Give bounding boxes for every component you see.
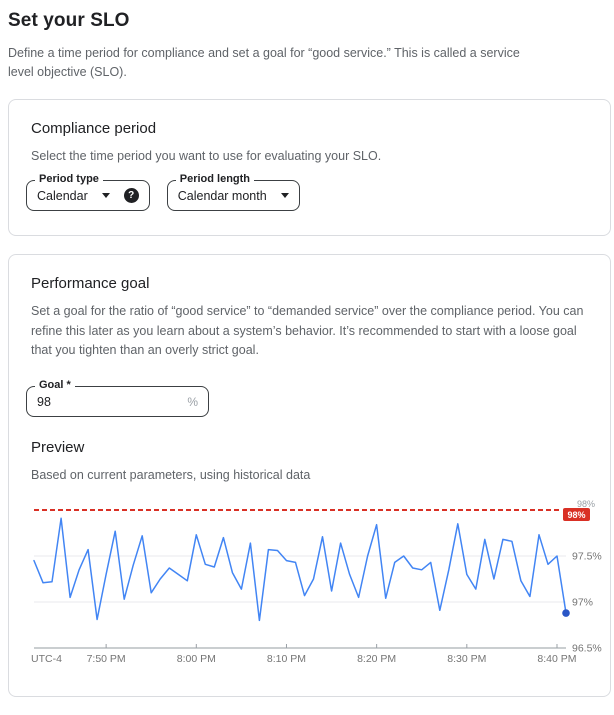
goal-input[interactable] <box>37 395 157 409</box>
page-title: Set your SLO <box>8 10 614 32</box>
period-length-label: Period length <box>176 173 254 185</box>
svg-text:96.5%: 96.5% <box>572 642 602 654</box>
period-type-label: Period type <box>35 173 103 185</box>
chevron-down-icon[interactable] <box>281 193 289 198</box>
svg-text:8:00 PM: 8:00 PM <box>177 653 216 665</box>
svg-text:UTC-4: UTC-4 <box>31 653 62 665</box>
performance-goal-card: Performance goal Set a goal for the rati… <box>8 254 611 697</box>
svg-text:98%: 98% <box>577 499 595 509</box>
preview-subtitle: Based on current parameters, using histo… <box>31 466 588 485</box>
period-length-select[interactable]: Period length Calendar month <box>167 180 300 211</box>
goal-percent-suffix: % <box>187 395 198 409</box>
compliance-period-description: Select the time period you want to use f… <box>31 147 588 166</box>
svg-text:97%: 97% <box>572 596 593 608</box>
performance-goal-description: Set a goal for the ratio of “good servic… <box>31 302 588 360</box>
chevron-down-icon[interactable] <box>102 193 110 198</box>
svg-text:97.5%: 97.5% <box>572 550 602 562</box>
period-type-value: Calendar <box>37 189 88 203</box>
svg-text:8:10 PM: 8:10 PM <box>267 653 306 665</box>
svg-text:8:40 PM: 8:40 PM <box>537 653 576 665</box>
goal-field-label: Goal * <box>35 379 75 391</box>
goal-field[interactable]: Goal * % <box>26 386 209 417</box>
svg-text:8:20 PM: 8:20 PM <box>357 653 396 665</box>
help-icon[interactable]: ? <box>124 188 139 203</box>
period-type-select[interactable]: Period type Calendar ? <box>26 180 150 211</box>
svg-text:98%: 98% <box>567 509 585 519</box>
period-length-value: Calendar month <box>178 189 267 203</box>
compliance-fields-row: Period type Calendar ? Period length Cal… <box>26 180 588 211</box>
compliance-period-card: Compliance period Select the time period… <box>8 99 611 236</box>
slo-preview-chart-canvas: 7:50 PM 8:00 PM 8:10 PM 8:20 PM 8:30 PM 8:40 … <box>17 498 613 672</box>
page-intro-text: Define a time period for compliance and … <box>8 44 523 83</box>
slo-preview-chart: 7:50 PM 8:00 PM 8:10 PM 8:20 PM 8:30 PM 8:40 … <box>31 498 588 672</box>
performance-goal-heading: Performance goal <box>31 275 588 292</box>
svg-text:7:50 PM: 7:50 PM <box>87 653 126 665</box>
compliance-period-heading: Compliance period <box>31 120 588 137</box>
preview-heading: Preview <box>31 439 588 456</box>
svg-text:8:30 PM: 8:30 PM <box>447 653 486 665</box>
